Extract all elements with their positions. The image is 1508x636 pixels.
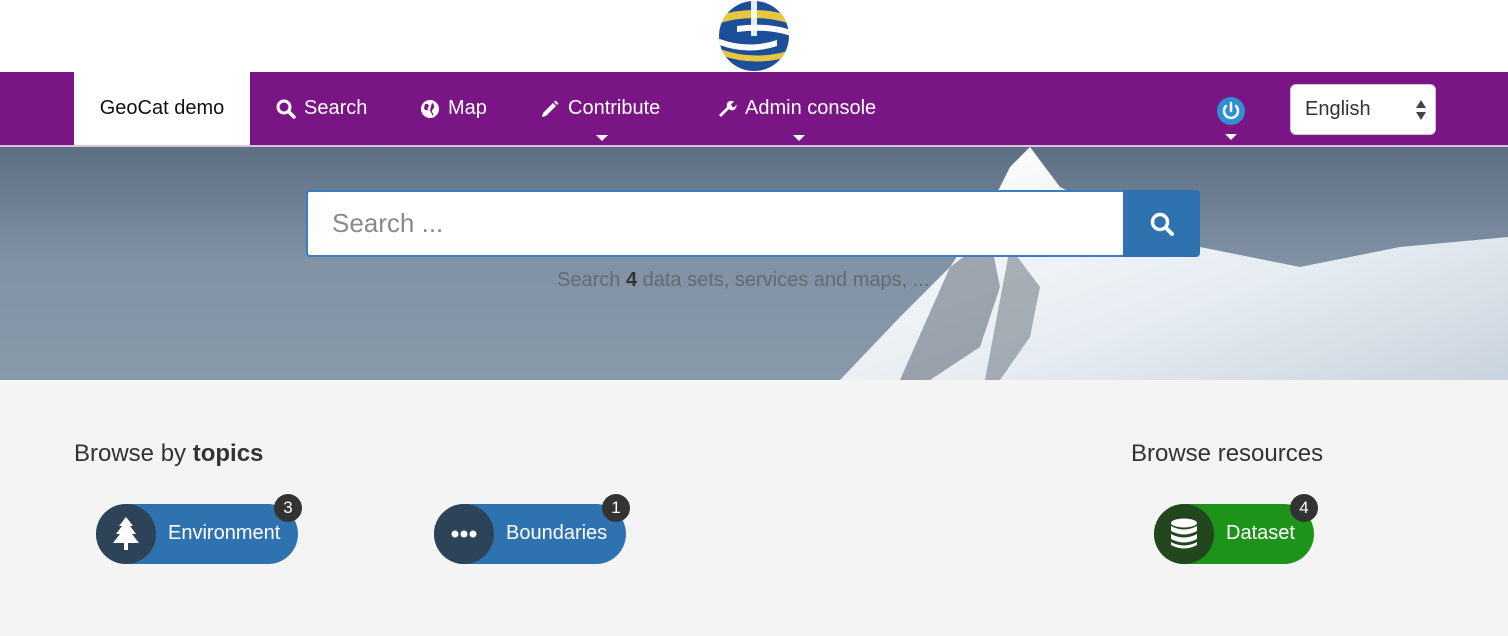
search-submit-button[interactable] — [1123, 190, 1200, 257]
nav-map-label: Map — [448, 97, 487, 119]
select-arrows-icon — [1416, 100, 1426, 120]
chevron-down-icon — [1225, 134, 1237, 140]
topic-label: Environment — [168, 522, 281, 544]
nav-contribute[interactable]: Contribute — [540, 72, 660, 145]
nav-map[interactable]: Map — [420, 72, 487, 145]
logo-bar — [0, 0, 1508, 72]
power-icon — [1217, 97, 1245, 125]
topic-label: Boundaries — [506, 522, 608, 544]
language-select[interactable]: English — [1290, 84, 1436, 135]
nav-search-label: Search — [304, 97, 368, 119]
nav-admin-label: Admin console — [745, 97, 877, 119]
mountain-background-image — [0, 147, 1508, 380]
topic-boundaries-button[interactable]: Boundaries 1 — [434, 494, 630, 564]
wrench-icon — [717, 99, 737, 119]
browse-resources-title: Browse resources — [1131, 440, 1324, 467]
search-input[interactable]: Search ... — [306, 190, 1123, 257]
resource-dataset-button[interactable]: Dataset 4 — [1154, 494, 1318, 564]
main-navbar: GeoCat demo Search Map Contribute Admin … — [0, 72, 1508, 147]
nav-contribute-label: Contribute — [568, 97, 661, 119]
record-count: 4 — [625, 269, 638, 291]
search-icon — [1150, 212, 1174, 236]
caption-prefix: Search — [557, 269, 621, 291]
hero-banner: Search ... Search 4 data sets, services … — [0, 147, 1508, 380]
search-placeholder: Search ... — [332, 208, 444, 238]
pencil-icon — [540, 99, 560, 119]
search-caption: Search 4 data sets, services and maps, .… — [557, 269, 929, 292]
resource-label: Dataset — [1226, 522, 1295, 544]
chevron-down-icon — [793, 135, 805, 141]
nav-brand-home[interactable]: GeoCat demo — [74, 72, 250, 145]
count-badge: 4 — [1290, 494, 1318, 522]
count-badge: 1 — [602, 494, 630, 522]
database-icon — [1154, 504, 1214, 564]
browse-topics-title: Browse by topics — [74, 440, 263, 468]
brand-label: GeoCat demo — [99, 97, 225, 119]
title-prefix: Browse by — [74, 440, 187, 467]
user-menu-button[interactable] — [1216, 96, 1246, 140]
geocat-globe-logo[interactable] — [717, 0, 791, 72]
title-bold: topics — [192, 440, 264, 467]
tree-icon — [96, 504, 156, 564]
chevron-down-icon — [596, 135, 608, 141]
caption-suffix: data sets, services and maps, ... — [642, 269, 930, 291]
nav-search[interactable]: Search — [276, 72, 367, 145]
search-icon — [276, 99, 296, 119]
count-badge: 3 — [274, 494, 302, 522]
topic-environment-button[interactable]: Environment 3 — [96, 494, 302, 564]
ellipsis-icon — [434, 504, 494, 564]
globe-icon — [420, 99, 440, 119]
nav-admin-console[interactable]: Admin console — [717, 72, 876, 145]
language-value: English — [1305, 98, 1371, 120]
